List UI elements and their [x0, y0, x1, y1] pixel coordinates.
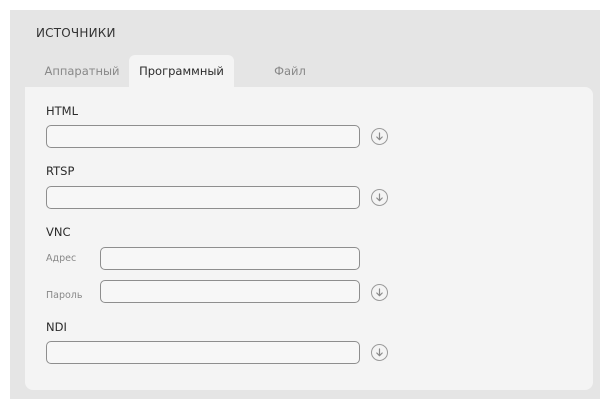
vnc-download-button[interactable] — [371, 284, 388, 301]
download-circle-icon — [376, 132, 383, 141]
html-input[interactable] — [46, 125, 360, 148]
download-circle-icon — [376, 193, 383, 202]
vnc-password-label: Пароль — [46, 290, 83, 301]
tab-file[interactable]: Файл — [250, 55, 330, 87]
vnc-label: VNC — [46, 225, 71, 239]
tab-software[interactable]: Программный — [129, 55, 234, 87]
vnc-address-label: Адрес — [46, 253, 77, 264]
html-download-button[interactable] — [371, 128, 388, 145]
vnc-password-input[interactable] — [100, 280, 360, 303]
download-circle-icon — [376, 348, 383, 357]
rtsp-download-button[interactable] — [371, 189, 388, 206]
vnc-address-input[interactable] — [100, 247, 360, 270]
ndi-label: NDI — [46, 320, 67, 334]
ndi-download-button[interactable] — [371, 344, 388, 361]
section-title: ИСТОЧНИКИ — [36, 26, 116, 40]
rtsp-label: RTSP — [46, 164, 75, 178]
html-label: HTML — [46, 104, 79, 118]
rtsp-input[interactable] — [46, 186, 360, 209]
ndi-input[interactable] — [46, 341, 360, 364]
tab-hardware[interactable]: Аппаратный — [36, 55, 128, 87]
download-circle-icon — [376, 288, 383, 297]
